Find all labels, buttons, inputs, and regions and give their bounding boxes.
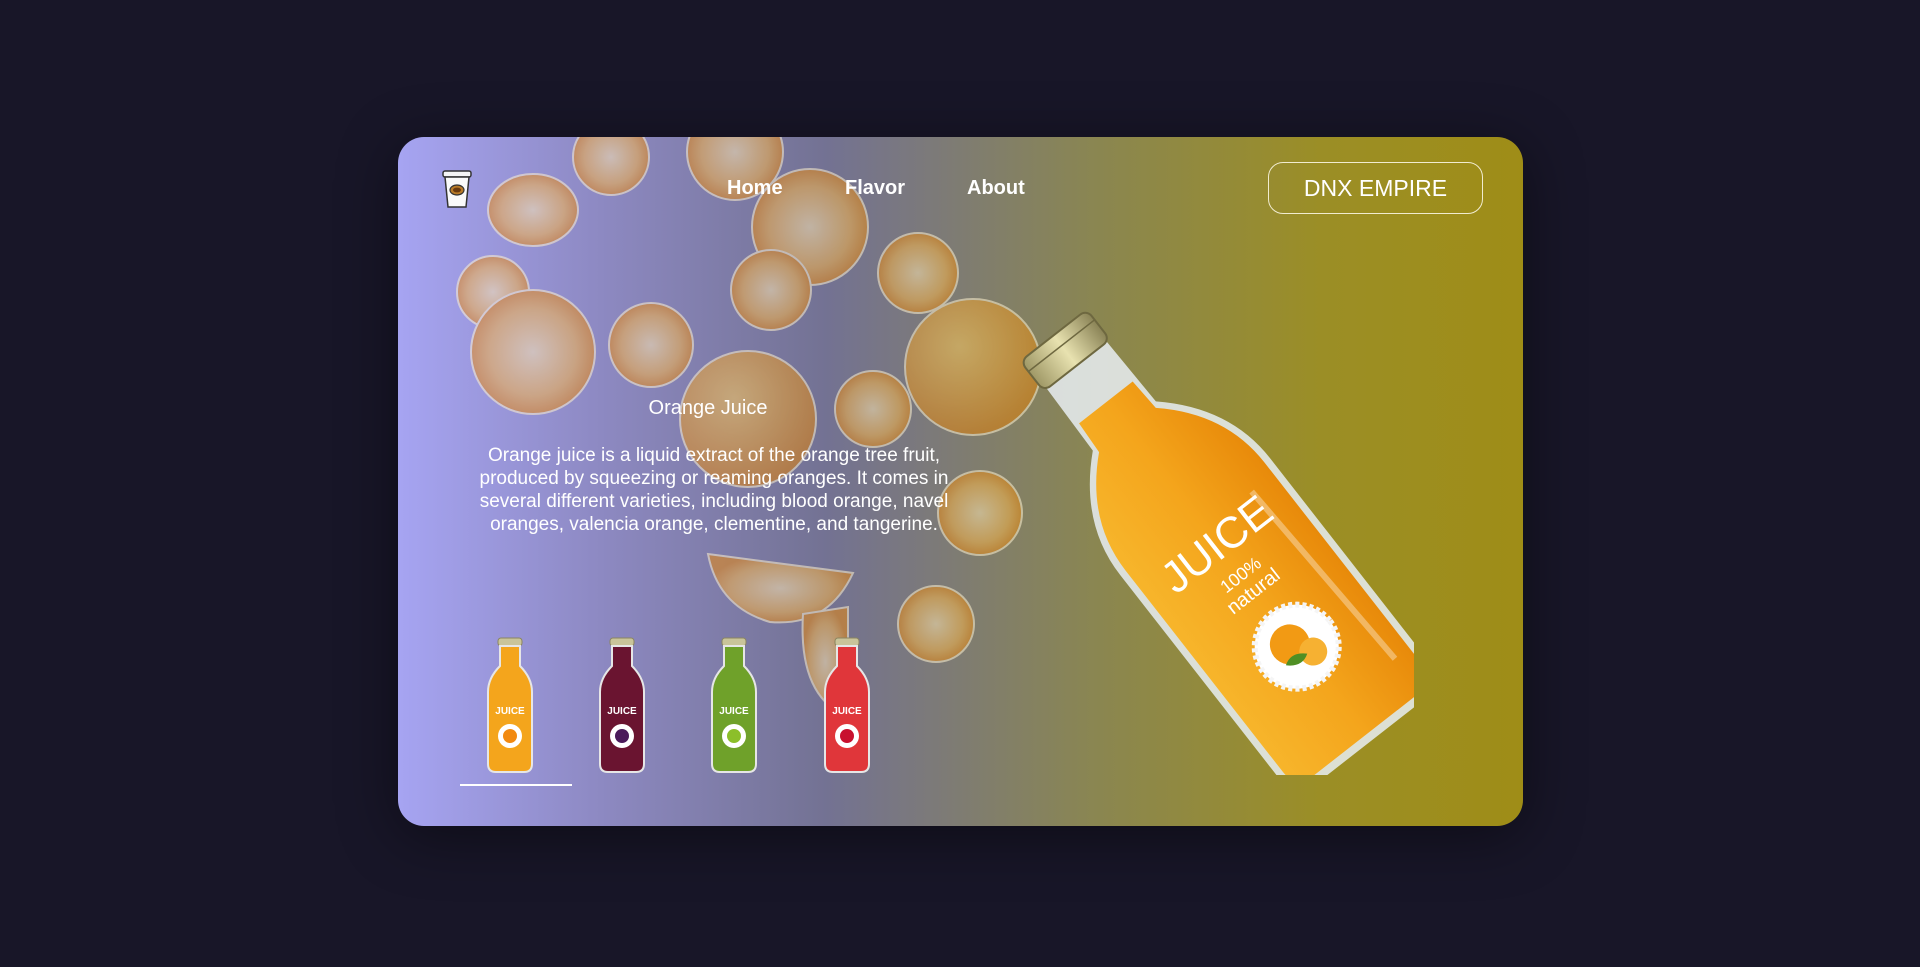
svg-text:JUICE: JUICE xyxy=(495,706,525,717)
hero-juice-bottle: JUICE 100% natural xyxy=(994,305,1437,791)
juice-bottle-icon: JUICE xyxy=(711,637,757,773)
svg-text:JUICE: JUICE xyxy=(607,706,637,717)
nav-flavor-link[interactable]: Flavor xyxy=(845,177,905,200)
nav-home-link[interactable]: Home xyxy=(727,177,783,200)
nav-about-link[interactable]: About xyxy=(967,177,1025,200)
flavor-thumb-plum[interactable]: JUICE xyxy=(572,636,672,776)
flavor-thumb-orange[interactable]: JUICE xyxy=(460,636,560,776)
juice-bottle-icon: JUICE xyxy=(487,637,533,773)
svg-text:JUICE: JUICE xyxy=(832,706,862,717)
juice-bottle-icon: JUICE xyxy=(599,637,645,773)
svg-text:JUICE: JUICE xyxy=(719,706,749,717)
juice-bottle-icon: JUICE xyxy=(824,637,870,773)
brand-button[interactable]: DNX EMPIRE xyxy=(1268,162,1483,214)
hero-card: Home Flavor About DNX EMPIRE Orange Juic… xyxy=(398,137,1523,826)
selected-flavor-indicator xyxy=(460,784,572,786)
product-title: Orange Juice xyxy=(648,397,768,419)
flavor-thumb-strawberry[interactable]: JUICE xyxy=(797,636,897,776)
orange-slice xyxy=(456,137,1042,719)
flavor-thumb-kiwi[interactable]: JUICE xyxy=(684,636,784,776)
product-description: Orange juice is a liquid extract of the … xyxy=(479,445,949,535)
